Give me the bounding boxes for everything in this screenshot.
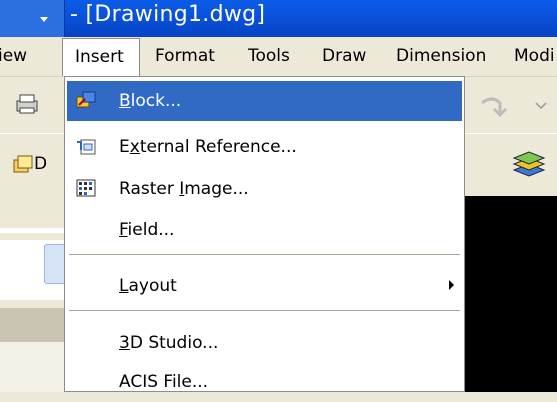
menu-format[interactable]: Format bbox=[155, 46, 215, 66]
palette-divider bbox=[0, 228, 67, 233]
layer-manager-icon[interactable] bbox=[12, 154, 34, 174]
menu-item-raster-image[interactable]: Raster Image... bbox=[67, 169, 462, 209]
layers-icon[interactable] bbox=[512, 150, 546, 180]
palette-tab[interactable] bbox=[44, 244, 66, 284]
menu-item-label: Field... bbox=[119, 220, 175, 240]
menu-item-field[interactable]: Field... bbox=[67, 210, 462, 250]
palette-panel-lower bbox=[0, 342, 67, 392]
window-menu-button[interactable] bbox=[0, 0, 65, 37]
submenu-arrow-icon bbox=[449, 280, 454, 290]
menu-item-block[interactable]: Block... bbox=[67, 81, 462, 121]
menu-dimension[interactable]: Dimension bbox=[396, 46, 486, 66]
menu-item-label: ACIS File... bbox=[119, 372, 209, 392]
chevron-down-icon[interactable] bbox=[535, 101, 547, 111]
menu-item-label: External Reference... bbox=[119, 137, 297, 157]
menu-separator bbox=[69, 254, 460, 255]
menu-draw[interactable]: Draw bbox=[322, 46, 366, 66]
menu-item-label: Layout bbox=[119, 276, 177, 296]
external-reference-icon bbox=[77, 139, 96, 155]
menu-item-label: 3D Studio... bbox=[119, 333, 219, 353]
menu-item-label: Block... bbox=[119, 91, 182, 111]
menu-view[interactable]: iew bbox=[0, 46, 27, 66]
raster-image-icon bbox=[76, 179, 96, 197]
block-icon bbox=[76, 91, 96, 108]
print-icon[interactable] bbox=[14, 93, 40, 115]
menu-modify[interactable]: Modi bbox=[514, 46, 555, 66]
menu-item-acis-file[interactable]: ACIS File... bbox=[67, 362, 462, 402]
menu-tools[interactable]: Tools bbox=[248, 46, 290, 66]
menu-separator bbox=[69, 310, 460, 311]
menu-item-label: Raster Image... bbox=[119, 179, 249, 199]
chevron-down-icon bbox=[40, 17, 48, 22]
menu-item-3d-studio[interactable]: 3D Studio... bbox=[67, 323, 462, 363]
menu-item-layout[interactable]: Layout bbox=[67, 266, 462, 306]
menu-item-external-reference[interactable]: External Reference... bbox=[67, 127, 462, 167]
window-title: - [Drawing1.dwg] bbox=[70, 2, 266, 27]
redo-icon[interactable] bbox=[478, 93, 508, 119]
insert-menu: Block... External Reference... Raster Im… bbox=[64, 76, 465, 392]
layer-combo-text[interactable]: D bbox=[34, 154, 47, 174]
palette-header bbox=[0, 308, 67, 342]
menu-insert-label: Insert bbox=[75, 47, 124, 67]
title-bar: - [Drawing1.dwg] bbox=[0, 0, 557, 37]
menu-insert[interactable]: Insert bbox=[62, 38, 140, 76]
drawing-canvas[interactable] bbox=[460, 196, 557, 392]
